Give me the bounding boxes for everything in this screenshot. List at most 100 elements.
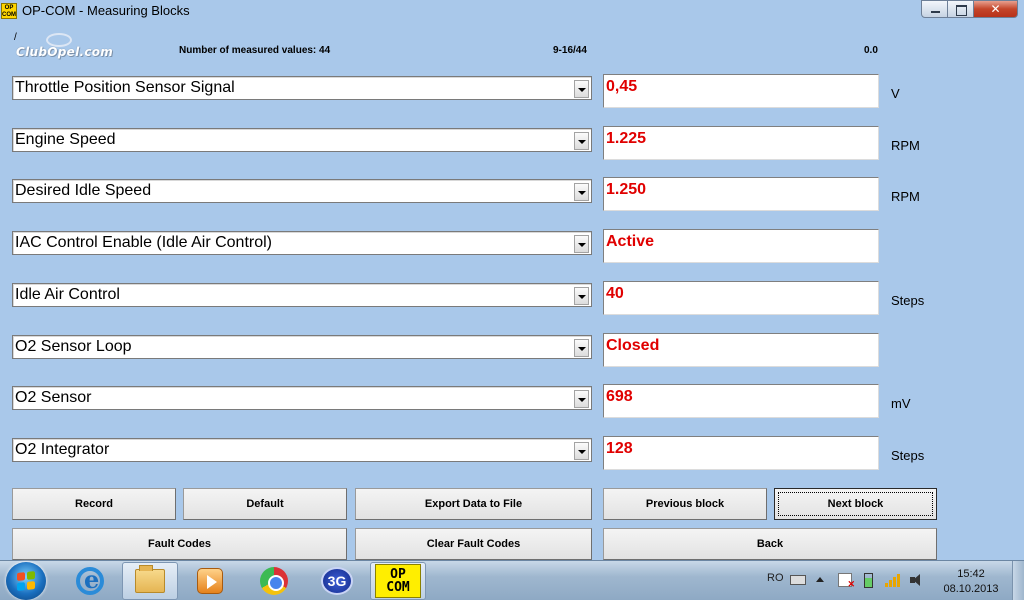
internet-explorer-icon (76, 565, 104, 595)
opcom-icon-line2: COM (386, 580, 410, 595)
opcom-icon: OP COM (375, 564, 421, 598)
clock-date: 08.10.2013 (943, 583, 999, 595)
value-field: Active (603, 229, 879, 263)
unit-label: RPM (891, 138, 920, 153)
value-text: 1.250 (606, 181, 647, 198)
next-block-button[interactable]: Next block (774, 488, 937, 520)
unit-label: Steps (891, 293, 925, 308)
taskbar: 3G OP COM RO 15:42 08.10.2013 (0, 560, 1024, 600)
measuring-row: O2 Integrator 128 Steps (0, 436, 1024, 472)
battery-icon[interactable] (864, 573, 873, 588)
value-text: 1.225 (606, 130, 647, 147)
measuring-row: IAC Control Enable (Idle Air Control) Ac… (0, 229, 1024, 265)
3g-modem-icon: 3G (321, 567, 353, 595)
parameter-select[interactable]: Idle Air Control (12, 283, 592, 307)
window-controls: ✕ (921, 0, 1018, 18)
default-button[interactable]: Default (183, 488, 347, 520)
measured-values-count: Number of measured values: 44 (179, 45, 331, 56)
parameter-select[interactable]: Desired Idle Speed (12, 179, 592, 203)
parameter-select[interactable]: Engine Speed (12, 128, 592, 152)
value-field: 1.225 (603, 126, 879, 160)
chrome-icon (260, 567, 288, 595)
minimize-button[interactable] (921, 0, 948, 18)
dropdown-arrow-icon[interactable] (574, 287, 589, 305)
value-text: 0,45 (606, 78, 638, 95)
network-signal-icon[interactable] (885, 573, 901, 587)
keyboard-icon[interactable] (790, 575, 806, 585)
parameter-label: O2 Integrator (15, 441, 110, 458)
value-text: Active (606, 233, 655, 250)
maximize-button[interactable] (948, 0, 974, 18)
value-field: 40 (603, 281, 879, 315)
windows-logo-icon (17, 571, 35, 591)
clubopel-logo: / ClubOpel.com (14, 30, 114, 60)
dropdown-arrow-icon[interactable] (574, 132, 589, 150)
parameter-select[interactable]: O2 Integrator (12, 438, 592, 462)
counter-value: 0.0 (864, 45, 878, 56)
volume-icon[interactable] (910, 573, 924, 587)
measuring-row: Idle Air Control 40 Steps (0, 281, 1024, 317)
taskbar-media-player[interactable] (182, 562, 238, 600)
block-range: 9-16/44 (553, 45, 587, 56)
unit-label: V (891, 86, 900, 101)
dropdown-arrow-icon[interactable] (574, 339, 589, 357)
value-text: Closed (606, 337, 660, 354)
taskbar-opcom[interactable]: OP COM (370, 562, 426, 600)
clock-time: 15:42 (957, 568, 985, 580)
record-button[interactable]: Record (12, 488, 176, 520)
action-center-icon[interactable] (838, 573, 855, 590)
parameter-select[interactable]: Throttle Position Sensor Signal (12, 76, 592, 100)
media-player-icon (197, 568, 223, 594)
dropdown-arrow-icon[interactable] (574, 390, 589, 408)
fault-codes-button[interactable]: Fault Codes (12, 528, 347, 560)
dropdown-arrow-icon[interactable] (574, 80, 589, 98)
unit-label: mV (891, 396, 911, 411)
previous-block-button[interactable]: Previous block (603, 488, 767, 520)
unit-label: RPM (891, 189, 920, 204)
parameter-label: Desired Idle Speed (15, 182, 152, 199)
opcom-app-icon: OP COM (1, 3, 17, 19)
value-text: 698 (606, 388, 633, 405)
measuring-row: O2 Sensor 698 mV (0, 384, 1024, 420)
parameter-select[interactable]: IAC Control Enable (Idle Air Control) (12, 231, 592, 255)
value-text: 40 (606, 285, 624, 302)
dropdown-arrow-icon[interactable] (574, 235, 589, 253)
measuring-row: Throttle Position Sensor Signal 0,45 V (0, 74, 1024, 110)
parameter-label: Idle Air Control (15, 286, 120, 303)
parameter-select[interactable]: O2 Sensor Loop (12, 335, 592, 359)
system-clock[interactable]: 15:42 08.10.2013 (938, 567, 1004, 597)
export-data-button[interactable]: Export Data to File (355, 488, 592, 520)
measuring-row: O2 Sensor Loop Closed (0, 333, 1024, 369)
unit-label: Steps (891, 448, 925, 463)
back-button[interactable]: Back (603, 528, 937, 560)
value-field: 128 (603, 436, 879, 470)
measuring-row: Engine Speed 1.225 RPM (0, 126, 1024, 162)
parameter-label: Engine Speed (15, 131, 116, 148)
value-text: 128 (606, 440, 633, 457)
show-desktop-button[interactable] (1012, 561, 1024, 600)
header-slash: / (14, 32, 17, 43)
taskbar-file-explorer[interactable] (122, 562, 178, 600)
measuring-row: Desired Idle Speed 1.250 RPM (0, 177, 1024, 213)
close-button[interactable]: ✕ (974, 0, 1018, 18)
taskbar-chrome[interactable] (246, 562, 302, 600)
title-bar[interactable]: OP COM OP-COM - Measuring Blocks ✕ (0, 0, 1024, 22)
parameter-select[interactable]: O2 Sensor (12, 386, 592, 410)
close-icon: ✕ (990, 2, 1001, 16)
value-field: 1.250 (603, 177, 879, 211)
show-hidden-icons-icon[interactable] (816, 577, 824, 582)
folder-icon (135, 565, 165, 593)
parameter-label: Throttle Position Sensor Signal (15, 79, 235, 96)
dropdown-arrow-icon[interactable] (574, 442, 589, 460)
start-button[interactable] (6, 562, 46, 600)
taskbar-3g-modem[interactable]: 3G (309, 562, 365, 600)
dropdown-arrow-icon[interactable] (574, 183, 589, 201)
window-title: OP-COM - Measuring Blocks (22, 3, 190, 18)
value-field: 698 (603, 384, 879, 418)
taskbar-internet-explorer[interactable] (62, 562, 118, 600)
language-indicator[interactable]: RO (767, 572, 784, 600)
value-field: Closed (603, 333, 879, 367)
clear-fault-codes-button[interactable]: Clear Fault Codes (355, 528, 592, 560)
logo-text: ClubOpel.com (16, 45, 114, 59)
parameter-label: IAC Control Enable (Idle Air Control) (15, 234, 272, 251)
